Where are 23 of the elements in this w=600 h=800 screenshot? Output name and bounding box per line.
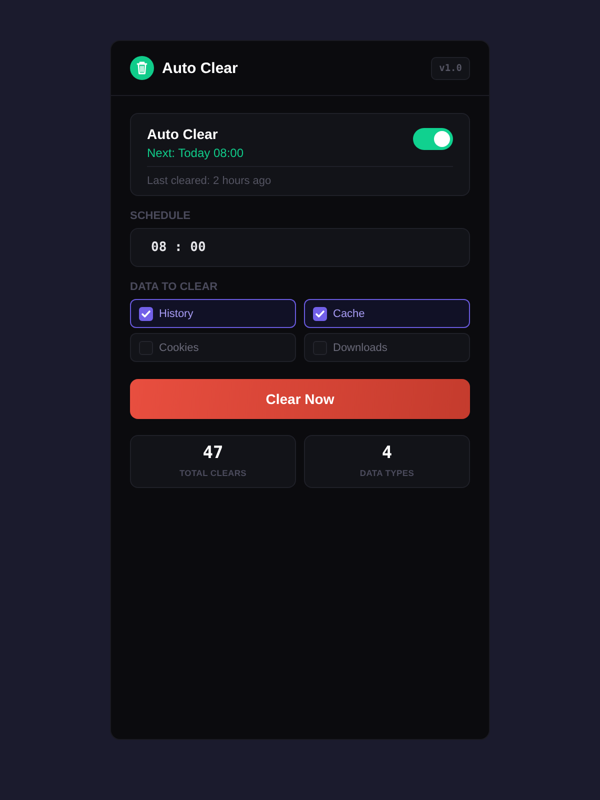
checkbox[interactable]	[139, 306, 153, 320]
section-label: SCHEDULE	[130, 210, 191, 222]
stat-value: 4	[382, 443, 392, 463]
stat-label: DATA TYPES	[360, 468, 414, 478]
next-run-text: Next: Today 08:00	[147, 146, 244, 160]
check-icon	[141, 308, 151, 318]
checkbox-option[interactable]: Cookies	[130, 333, 296, 362]
checkbox[interactable]	[313, 306, 327, 320]
status-title: Auto Clear	[147, 126, 218, 142]
trash-icon	[130, 56, 154, 80]
toggle-switch[interactable]	[413, 128, 453, 150]
section-label: DATA TO CLEAR	[130, 281, 218, 293]
check-icon	[315, 308, 325, 318]
checkbox-option[interactable]: History	[130, 299, 296, 328]
last-cleared-text: Last cleared: 2 hours ago	[147, 175, 272, 187]
stat-value: 47	[202, 443, 224, 463]
checkbox-option[interactable]: Cache	[304, 299, 470, 328]
app-title: Auto Clear	[162, 60, 239, 76]
time-field[interactable]: 08 : 00	[130, 228, 470, 267]
stat-label: TOTAL CLEARS	[179, 468, 247, 478]
version-badge: v1.0	[431, 56, 470, 80]
checkbox-option[interactable]: Downloads	[304, 333, 470, 362]
clear-now-button[interactable]: Clear Now	[130, 379, 470, 419]
